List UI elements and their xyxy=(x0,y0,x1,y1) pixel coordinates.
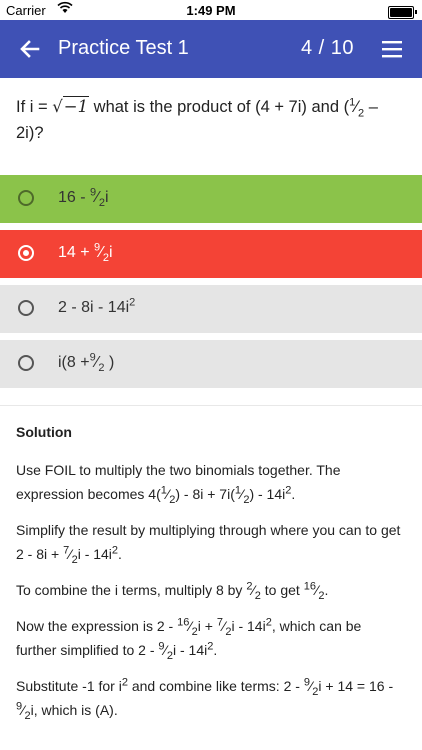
status-time: 1:49 PM xyxy=(186,3,236,18)
radio-button[interactable] xyxy=(18,190,34,206)
answer-option-b[interactable]: 14 + 9⁄2i xyxy=(0,230,422,278)
question-text: If i = √−1 what is the product of (4 + 7… xyxy=(16,96,378,142)
solution-paragraph: Now the expression is 2 - 16⁄2i + 7⁄2i -… xyxy=(16,616,362,662)
question-part: If i = xyxy=(16,98,53,116)
solution-paragraph: Use FOIL to multiply the two binomials t… xyxy=(16,462,341,506)
radio-button-selected[interactable] xyxy=(18,245,34,261)
answer-option-c[interactable]: 2 - 8i - 14i2 xyxy=(0,285,422,333)
solution-heading: Solution xyxy=(16,424,72,440)
sqrt-symbol: √−1 xyxy=(52,96,90,116)
radio-button[interactable] xyxy=(18,300,34,316)
page-title: Practice Test 1 xyxy=(58,37,189,59)
question-part: what is the product of (4 + 7i) and ( xyxy=(89,98,350,116)
radio-button[interactable] xyxy=(18,355,34,371)
answer-label: 16 - 9⁄2i xyxy=(58,186,109,210)
radicand: −1 xyxy=(62,96,90,116)
solution-section: Solution Use FOIL to multiply the two bi… xyxy=(0,406,422,722)
solution-paragraph: Substitute -1 for i2 and combine like te… xyxy=(16,676,394,722)
answer-label: 14 + 9⁄2i xyxy=(58,241,113,265)
solution-paragraph: To combine the i terms, multiply 8 by 2⁄… xyxy=(16,580,329,602)
back-arrow-icon[interactable] xyxy=(16,35,44,63)
solution-paragraph: Simplify the result by multiplying throu… xyxy=(16,522,401,566)
question-counter: 4 / 10 xyxy=(300,37,354,59)
status-bar: Carrier 1:49 PM xyxy=(0,0,422,20)
app-bar: Practice Test 1 4 / 10 xyxy=(0,20,422,78)
answer-label: i(8 +9⁄2 ) xyxy=(58,351,115,375)
battery-icon xyxy=(388,6,417,19)
hamburger-menu-icon[interactable] xyxy=(382,39,404,59)
answer-option-d[interactable]: i(8 +9⁄2 ) xyxy=(0,340,422,388)
answer-options: 16 - 9⁄2i 14 + 9⁄2i 2 - 8i - 14i2 i(8 +9… xyxy=(0,175,422,388)
answer-option-a[interactable]: 16 - 9⁄2i xyxy=(0,175,422,223)
fraction-numerator: 1 xyxy=(349,96,356,109)
answer-label: 2 - 8i - 14i2 xyxy=(58,296,136,316)
